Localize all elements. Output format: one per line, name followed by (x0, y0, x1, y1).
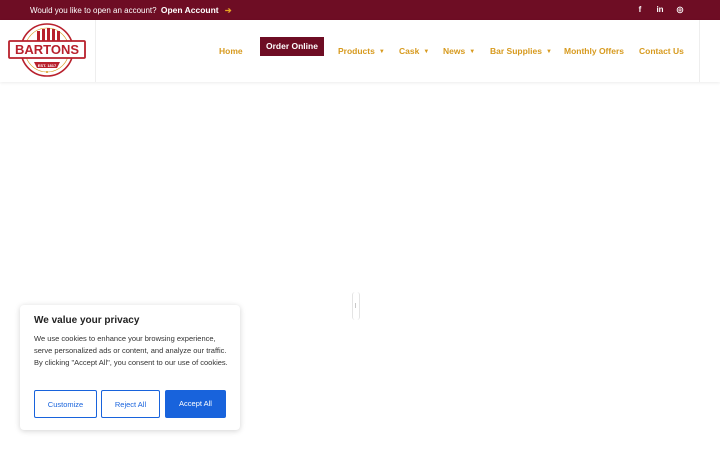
nav-cask[interactable]: Cask ▼ (399, 42, 429, 60)
nav-contact-us[interactable]: Contact Us (639, 42, 684, 60)
open-account-link[interactable]: Open Account (161, 5, 219, 15)
chevron-down-icon: ▼ (469, 49, 476, 55)
nav-order-online[interactable]: Order Online (260, 37, 324, 56)
cookie-description: We use cookies to enhance your browsing … (34, 334, 228, 367)
nav-products-label: Products (338, 46, 375, 56)
cookie-title: We value your privacy (34, 315, 140, 326)
facebook-icon[interactable]: f (633, 3, 647, 17)
bartons-logo[interactable]: BARTONS EST. 1817 (0, 20, 95, 82)
nav-order-online-label: Order Online (266, 41, 318, 51)
chevron-down-icon: ▼ (423, 49, 430, 55)
accept-all-button[interactable]: Accept All (165, 390, 226, 418)
customize-button[interactable]: Customize (34, 390, 97, 418)
site-header: BARTONS EST. 1817 Home Order Online Prod… (0, 20, 720, 82)
top-bar: Would you like to open an account? Open … (0, 0, 720, 20)
arrow-right-icon[interactable]: ➔ (225, 6, 232, 15)
nav-home[interactable]: Home (219, 42, 243, 60)
logo[interactable]: BARTONS EST. 1817 (0, 20, 96, 82)
promo-text: Would you like to open an account? (30, 6, 157, 15)
header-divider (699, 20, 700, 82)
nav-monthly-offers-label: Monthly Offers (564, 46, 624, 56)
nav-news-label: News (443, 46, 466, 56)
instagram-icon[interactable]: ◎ (673, 3, 687, 17)
nav-home-label: Home (219, 46, 243, 56)
account-promo: Would you like to open an account? Open … (30, 0, 232, 20)
linkedin-icon[interactable]: in (653, 3, 667, 17)
nav-contact-us-label: Contact Us (639, 46, 684, 56)
nav-bar-supplies-label: Bar Supplies (490, 46, 542, 56)
reject-all-button[interactable]: Reject All (101, 390, 160, 418)
nav-cask-label: Cask (399, 46, 420, 56)
nav-news[interactable]: News ▼ (443, 42, 475, 60)
cookie-consent-banner: We value your privacy We use cookies to … (20, 305, 240, 430)
logo-wordmark: BARTONS (15, 42, 79, 57)
loading-spinner (352, 292, 360, 320)
logo-est: EST. 1817 (38, 63, 57, 68)
nav-bar-supplies[interactable]: Bar Supplies ▼ (490, 42, 552, 60)
chevron-down-icon: ▼ (545, 49, 552, 55)
nav-monthly-offers[interactable]: Monthly Offers (564, 42, 624, 60)
chevron-down-icon: ▼ (378, 49, 385, 55)
nav-products[interactable]: Products ▼ (338, 42, 385, 60)
